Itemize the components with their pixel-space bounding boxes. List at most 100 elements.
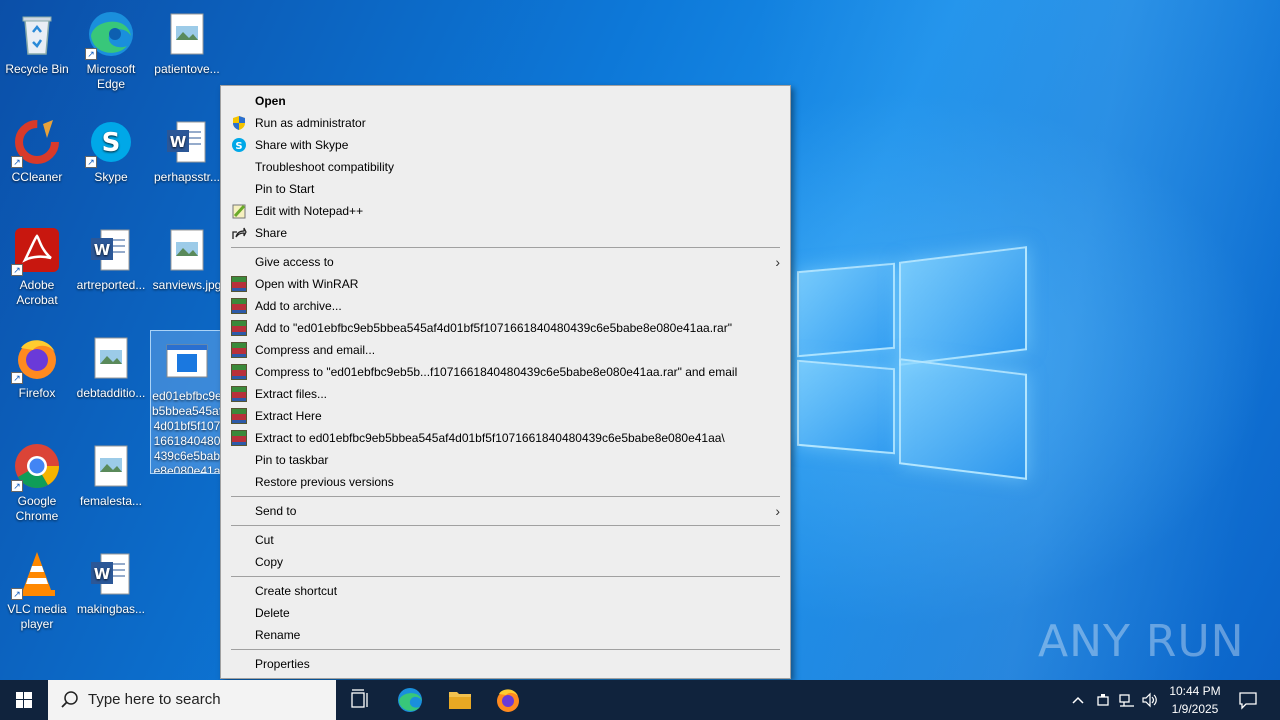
menu-item-compress-to-rar-and-email[interactable]: Compress to "ed01ebfbc9eb5b...f107166184… (221, 361, 790, 383)
edge-icon (398, 688, 422, 712)
desktop-icon-label: VLC media player (7, 602, 67, 631)
uac-shield-icon (231, 115, 247, 131)
share-icon (231, 225, 247, 241)
search-placeholder: Type here to search (88, 691, 221, 708)
ccleaner-icon: ↗ (11, 118, 61, 168)
taskbar-search-box[interactable]: Type here to search (48, 680, 336, 720)
volume-icon[interactable] (1141, 692, 1159, 708)
desktop-icon-label: Microsoft Edge (86, 62, 136, 91)
menu-item-pin-to-start[interactable]: Pin to Start (221, 178, 790, 200)
menu-item-restore-previous-versions[interactable]: Restore previous versions (221, 471, 790, 493)
watermark-text: ANY RUN (1038, 615, 1245, 667)
menu-item-create-shortcut[interactable]: Create shortcut (221, 580, 790, 602)
menu-item-extract-here[interactable]: Extract Here (221, 405, 790, 427)
clock-time: 10:44 PM (1169, 684, 1221, 698)
menu-item-pin-to-taskbar[interactable]: Pin to taskbar (221, 449, 790, 471)
menu-item-copy[interactable]: Copy (221, 551, 790, 573)
image-file-icon (163, 226, 211, 274)
menu-separator (231, 247, 780, 248)
menu-item-open[interactable]: Open (221, 90, 790, 112)
desktop-icon-label: debtadditio... (76, 386, 146, 400)
taskbar-file-explorer-button[interactable] (436, 680, 484, 720)
winrar-icon (231, 320, 247, 336)
network-icon[interactable] (1118, 692, 1136, 708)
desktop-icon-label: Adobe Acrobat (16, 278, 58, 307)
executable-file-icon (163, 337, 211, 385)
desktop-icon-label: patientove... (154, 62, 220, 76)
notification-center-icon[interactable] (1238, 690, 1258, 710)
menu-item-share[interactable]: Share (221, 222, 790, 244)
desktop-icon-recycle-bin[interactable]: Recycle Bin (0, 4, 74, 77)
image-file-icon (87, 442, 135, 490)
windows-start-icon (16, 692, 32, 708)
word-document-icon: W (163, 118, 211, 166)
desktop-icon-label: ed01ebfbc9eb5bbea545af4d01bf5f1071661840… (151, 389, 223, 474)
chevron-up-icon[interactable] (1070, 692, 1086, 708)
desktop-icon-debtadditio[interactable]: debtadditio... (74, 328, 148, 401)
taskbar-firefox-button[interactable] (484, 680, 532, 720)
usb-device-icon[interactable] (1095, 692, 1111, 708)
chrome-icon: ↗ (11, 442, 61, 492)
desktop-icon-selected-exe[interactable]: ed01ebfbc9eb5bbea545af4d01bf5f1071661840… (150, 330, 224, 474)
notepad-plus-plus-icon (231, 203, 247, 219)
winrar-icon (231, 342, 247, 358)
desktop-icon-label: femalesta... (79, 494, 143, 508)
desktop-icon-label: Recycle Bin (5, 62, 69, 76)
desktop-icon-makingbas[interactable]: W makingbas... (74, 544, 148, 617)
desktop-icon-artreported[interactable]: W artreported... (74, 220, 148, 293)
taskbar-clock[interactable]: 10:44 PM 1/9/2025 (1160, 682, 1230, 718)
menu-item-compress-and-email[interactable]: Compress and email... (221, 339, 790, 361)
context-menu: Open Run as administrator S Share with S… (220, 85, 791, 679)
menu-item-add-to-rar[interactable]: Add to "ed01ebfbc9eb5bbea545af4d01bf5f10… (221, 317, 790, 339)
menu-item-extract-files[interactable]: Extract files... (221, 383, 790, 405)
menu-item-add-to-archive[interactable]: Add to archive... (221, 295, 790, 317)
svg-text:W: W (170, 133, 187, 151)
menu-item-send-to[interactable]: Send to › (221, 500, 790, 522)
desktop-icon-adobe-acrobat[interactable]: ↗ Adobe Acrobat (0, 220, 74, 308)
vlc-cone-icon: ↗ (11, 550, 61, 600)
search-icon (61, 691, 78, 708)
desktop-icon-sanviews[interactable]: sanviews.jpg (150, 220, 224, 293)
menu-item-run-as-administrator[interactable]: Run as administrator (221, 112, 790, 134)
desktop-icon-label: CCleaner (11, 170, 63, 184)
menu-item-delete[interactable]: Delete (221, 602, 790, 624)
firefox-icon (497, 689, 519, 712)
image-file-icon (87, 334, 135, 382)
menu-item-extract-to-folder[interactable]: Extract to ed01ebfbc9eb5bbea545af4d01bf5… (221, 427, 790, 449)
menu-item-give-access-to[interactable]: Give access to › (221, 251, 790, 273)
desktop-icon-ccleaner[interactable]: ↗ CCleaner (0, 112, 74, 185)
desktop-icon-perhapsstr[interactable]: W perhapsstr... (150, 112, 224, 185)
menu-item-open-with-winrar[interactable]: Open with WinRAR (221, 273, 790, 295)
desktop-icon-label: Firefox (18, 386, 56, 400)
winrar-icon (231, 276, 247, 292)
firefox-icon: ↗ (11, 334, 61, 384)
menu-separator (231, 576, 780, 577)
windows-logo-wallpaper (795, 240, 1030, 480)
desktop-icon-femalesta[interactable]: femalesta... (74, 436, 148, 509)
task-view-icon (351, 689, 368, 708)
desktop-icon-microsoft-edge[interactable]: ↗ Microsoft Edge (74, 4, 148, 92)
desktop-icon-patientove[interactable]: patientove... (150, 4, 224, 77)
menu-item-troubleshoot-compatibility[interactable]: Troubleshoot compatibility (221, 156, 790, 178)
desktop-icon-label: perhapsstr... (153, 170, 221, 184)
desktop-icon-label: Google Chrome (15, 494, 59, 523)
desktop-icon-skype[interactable]: S ↗ Skype (74, 112, 148, 185)
menu-item-properties[interactable]: Properties (221, 653, 790, 675)
menu-item-cut[interactable]: Cut (221, 529, 790, 551)
task-view-button[interactable] (336, 680, 384, 720)
desktop-icon-google-chrome[interactable]: ↗ Google Chrome (0, 436, 74, 524)
desktop-icon-vlc[interactable]: ↗ VLC media player (0, 544, 74, 632)
desktop-icon-label: artreported... (76, 278, 146, 292)
folder-icon (449, 692, 471, 709)
word-document-icon: W (87, 550, 135, 598)
adobe-acrobat-icon: ↗ (11, 226, 61, 276)
menu-item-rename[interactable]: Rename (221, 624, 790, 646)
taskbar-edge-button[interactable] (386, 680, 434, 720)
desktop-icon-label: Skype (94, 170, 128, 184)
menu-item-share-with-skype[interactable]: S Share with Skype (221, 134, 790, 156)
start-button[interactable] (0, 680, 48, 720)
menu-separator (231, 649, 780, 650)
desktop-icon-firefox[interactable]: ↗ Firefox (0, 328, 74, 401)
image-file-icon (163, 10, 211, 58)
menu-item-edit-with-notepad-plus-plus[interactable]: Edit with Notepad++ (221, 200, 790, 222)
